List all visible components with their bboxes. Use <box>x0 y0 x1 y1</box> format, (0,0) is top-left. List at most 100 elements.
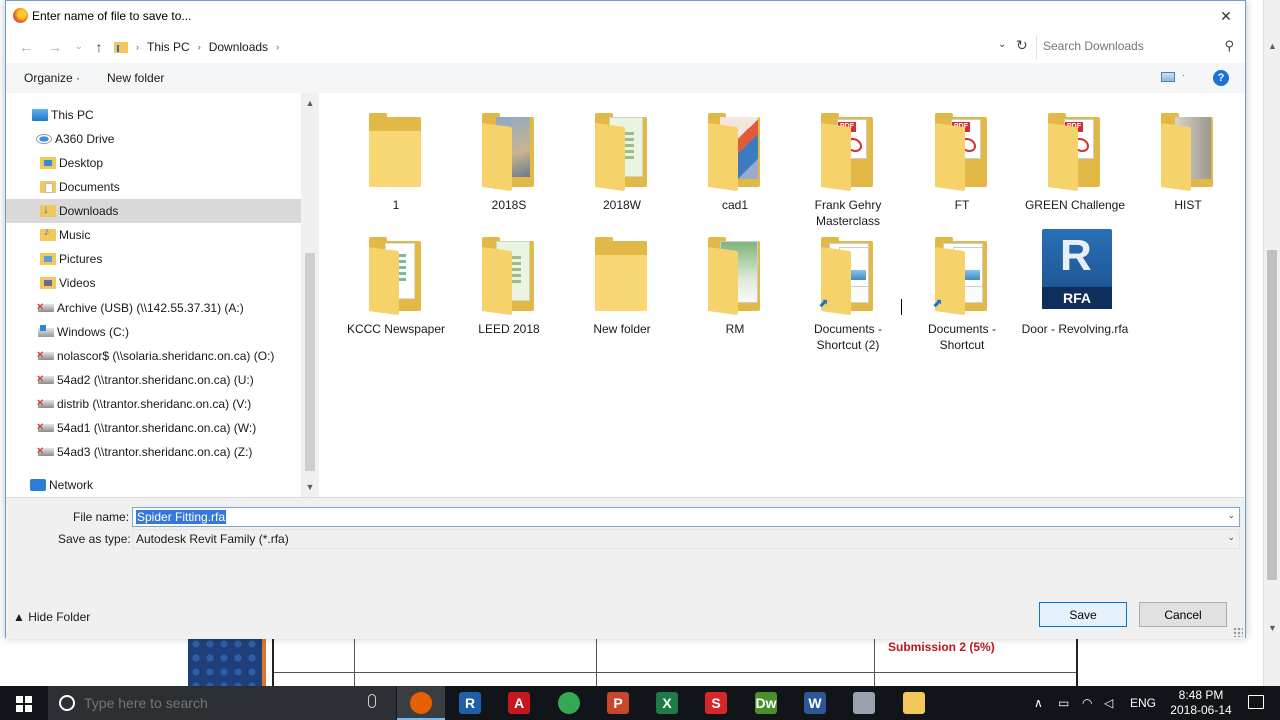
file-name-field[interactable]: Spider Fitting.rfa ⌄ <box>132 507 1240 527</box>
taskbar-app-excel[interactable]: X <box>643 686 691 720</box>
sidebar-item-label: Music <box>59 228 91 242</box>
notifications-icon[interactable] <box>1248 695 1264 709</box>
file-item[interactable]: HIST <box>1133 101 1243 221</box>
sidebar-item[interactable]: Network <box>6 473 301 497</box>
sidebar-item[interactable]: 54ad1 (\\trantor.sheridanc.on.ca) (W:) <box>6 416 301 440</box>
save-as-type-chevron-icon[interactable]: ⌄ <box>1227 532 1235 543</box>
language-indicator[interactable]: ENG <box>1130 696 1156 710</box>
scroll-up-arrow-icon[interactable]: ▲ <box>1264 38 1280 55</box>
file-item[interactable]: 2018S <box>454 101 564 221</box>
new-folder-button[interactable]: New folder <box>107 71 164 85</box>
sidebar-item[interactable]: Documents <box>6 175 301 199</box>
file-item[interactable]: Frank Gehry Masterclass <box>793 101 903 228</box>
file-item[interactable]: GREEN Challenge <box>1020 101 1130 221</box>
battery-icon[interactable]: ▭ <box>1058 696 1069 710</box>
sidebar-item[interactable]: distrib (\\trantor.sheridanc.on.ca) (V:) <box>6 392 301 416</box>
address-dropdown-chevron-icon[interactable]: ⌄ <box>998 39 1006 50</box>
sidebar-item[interactable]: 54ad3 (\\trantor.sheridanc.on.ca) (Z:) <box>6 440 301 464</box>
scroll-up-arrow-icon[interactable]: ▲ <box>301 95 319 111</box>
background-scrollbar[interactable]: ▲ ▼ <box>1263 0 1280 686</box>
save-as-type-select[interactable]: Autodesk Revit Family (*.rfa) ⌄ <box>132 529 1240 549</box>
refresh-icon[interactable]: ↻ <box>1016 37 1028 54</box>
cancel-button[interactable]: Cancel <box>1139 602 1227 627</box>
file-item[interactable]: cad1 <box>680 101 790 221</box>
taskbar-app-dreamweaver[interactable]: Dw <box>742 686 790 720</box>
recent-locations-chevron-icon[interactable]: ⌄ <box>70 38 88 56</box>
file-name-dropdown-chevron-icon[interactable]: ⌄ <box>1227 510 1235 521</box>
sidebar-item[interactable]: Pictures <box>6 247 301 271</box>
taskbar-app-revit[interactable]: R <box>446 686 494 720</box>
breadcrumb-item-this-pc[interactable]: This PC <box>147 40 190 54</box>
view-options-dropdown-icon[interactable]: · <box>1182 70 1185 80</box>
microphone-icon[interactable] <box>368 694 376 708</box>
clock[interactable]: 8:48 PM 2018-06-14 <box>1166 688 1236 718</box>
scroll-down-arrow-icon[interactable]: ▼ <box>301 479 319 495</box>
file-item[interactable]: RM <box>680 225 790 345</box>
file-item[interactable]: ⬈ Documents - Shortcut <box>907 225 1017 352</box>
help-icon[interactable]: ? <box>1213 70 1229 86</box>
sidebar-item[interactable]: Music <box>6 223 301 247</box>
music-folder-icon <box>40 226 56 241</box>
close-button[interactable]: ✕ <box>1215 5 1237 27</box>
search-icon[interactable]: ⚲ <box>1224 38 1234 54</box>
show-hidden-icons-chevron-icon[interactable]: ∧ <box>1034 696 1043 710</box>
breadcrumb-separator[interactable]: › <box>276 42 279 52</box>
sidebar-item[interactable]: Videos <box>6 271 301 295</box>
breadcrumb-item-downloads[interactable]: Downloads <box>209 40 268 54</box>
change-view-icon[interactable] <box>1161 72 1175 82</box>
file-item[interactable]: FT <box>907 101 1017 221</box>
sidebar-item[interactable]: Desktop <box>6 151 301 175</box>
scrollbar-thumb[interactable] <box>1267 250 1277 580</box>
resize-grip-icon[interactable] <box>1233 627 1243 637</box>
table-column-line <box>874 636 875 686</box>
sidebar-item[interactable]: nolascor$ (\\solaria.sheridanc.on.ca) (O… <box>6 344 301 368</box>
taskbar-app-paint-tool[interactable] <box>840 686 888 720</box>
start-button[interactable] <box>0 686 48 720</box>
dialog-title: Enter name of file to save to... <box>32 9 192 23</box>
organize-button[interactable]: Organize · <box>24 71 80 85</box>
file-name-value[interactable]: Spider Fitting.rfa <box>136 510 227 524</box>
sidebar-item-label: Downloads <box>59 204 119 218</box>
save-button[interactable]: Save <box>1039 602 1127 627</box>
breadcrumb-separator[interactable]: › <box>136 42 139 52</box>
file-item[interactable]: New folder <box>567 225 677 345</box>
disconnected-drive-icon <box>36 400 54 408</box>
file-item[interactable]: KCCC Newspaper <box>341 225 451 345</box>
taskbar-app-powerpoint[interactable]: P <box>594 686 642 720</box>
back-arrow-icon[interactable]: ← <box>17 38 35 56</box>
taskbar-app-firefox[interactable] <box>397 686 445 720</box>
file-item[interactable]: 2018W <box>567 101 677 221</box>
taskbar-search-input[interactable] <box>84 694 354 712</box>
taskbar-search-box[interactable] <box>48 686 396 720</box>
hide-folder-button[interactable]: ▲ Hide Folder <box>13 610 90 624</box>
sidebar-item[interactable]: This PC <box>6 103 301 127</box>
sidebar-item[interactable]: Downloads <box>6 199 301 223</box>
taskbar-app-sketchup[interactable]: S <box>692 686 740 720</box>
search-box: ⚲ <box>1036 35 1240 59</box>
taskbar-app-word[interactable]: W <box>791 686 839 720</box>
breadcrumb[interactable]: › This PC › Downloads › <box>114 37 1014 57</box>
scrollbar-thumb[interactable] <box>305 253 315 471</box>
volume-icon[interactable]: ◁ <box>1104 696 1113 710</box>
background-pattern-image <box>188 636 264 686</box>
wifi-icon[interactable]: ◠ <box>1082 696 1092 710</box>
up-arrow-icon[interactable]: ↑ <box>90 38 108 56</box>
file-item[interactable]: ⬈ Documents - Shortcut (2) <box>793 225 903 352</box>
file-item[interactable]: LEED 2018 <box>454 225 564 345</box>
taskbar-app-file-explorer[interactable] <box>890 686 938 720</box>
search-input[interactable] <box>1043 35 1219 57</box>
breadcrumb-separator[interactable]: › <box>198 42 201 52</box>
save-as-type-value[interactable]: Autodesk Revit Family (*.rfa) <box>136 532 289 546</box>
forward-arrow-icon[interactable]: → <box>46 38 64 56</box>
navigation-scrollbar[interactable]: ▲ ▼ <box>301 93 319 497</box>
windows-logo-icon <box>16 696 32 712</box>
scroll-down-arrow-icon[interactable]: ▼ <box>1264 620 1280 637</box>
taskbar-app-chrome-globe[interactable] <box>545 686 593 720</box>
sidebar-item[interactable]: Windows (C:) <box>6 320 301 344</box>
file-item[interactable]: 1 <box>341 101 451 221</box>
file-item[interactable]: R RFA Door - Revolving.rfa <box>1020 225 1130 345</box>
sidebar-item[interactable]: A360 Drive <box>6 127 301 151</box>
sidebar-item[interactable]: Archive (USB) (\\142.55.37.31) (A:) <box>6 296 301 320</box>
sidebar-item[interactable]: 54ad2 (\\trantor.sheridanc.on.ca) (U:) <box>6 368 301 392</box>
taskbar-app-autocad[interactable]: A <box>495 686 543 720</box>
